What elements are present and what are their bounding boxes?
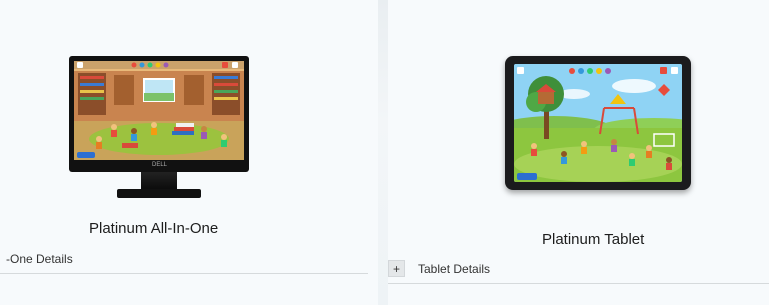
monitor-stand-neck [141, 172, 177, 190]
all-in-one-details-label: -One Details [6, 251, 73, 266]
monitor-screen [74, 61, 244, 160]
tablet-screen [514, 64, 682, 182]
tablet-image [505, 56, 691, 190]
tablet-details-toggle[interactable]: + Tablet Details [388, 254, 769, 284]
playground-scene-illustration [514, 64, 682, 182]
classroom-scene-illustration [74, 61, 244, 160]
device-brand-logo: DELL [152, 162, 168, 168]
all-in-one-computer-image: DELL [69, 56, 249, 199]
product-title-tablet: Platinum Tablet [542, 231, 645, 248]
tablet-details-label: Tablet Details [418, 261, 491, 276]
product-title-all-in-one: Platinum All-In-One [89, 220, 219, 237]
all-in-one-details-toggle[interactable]: -One Details [0, 244, 368, 274]
plus-icon[interactable]: + [388, 260, 405, 277]
monitor-stand-base [117, 189, 201, 198]
